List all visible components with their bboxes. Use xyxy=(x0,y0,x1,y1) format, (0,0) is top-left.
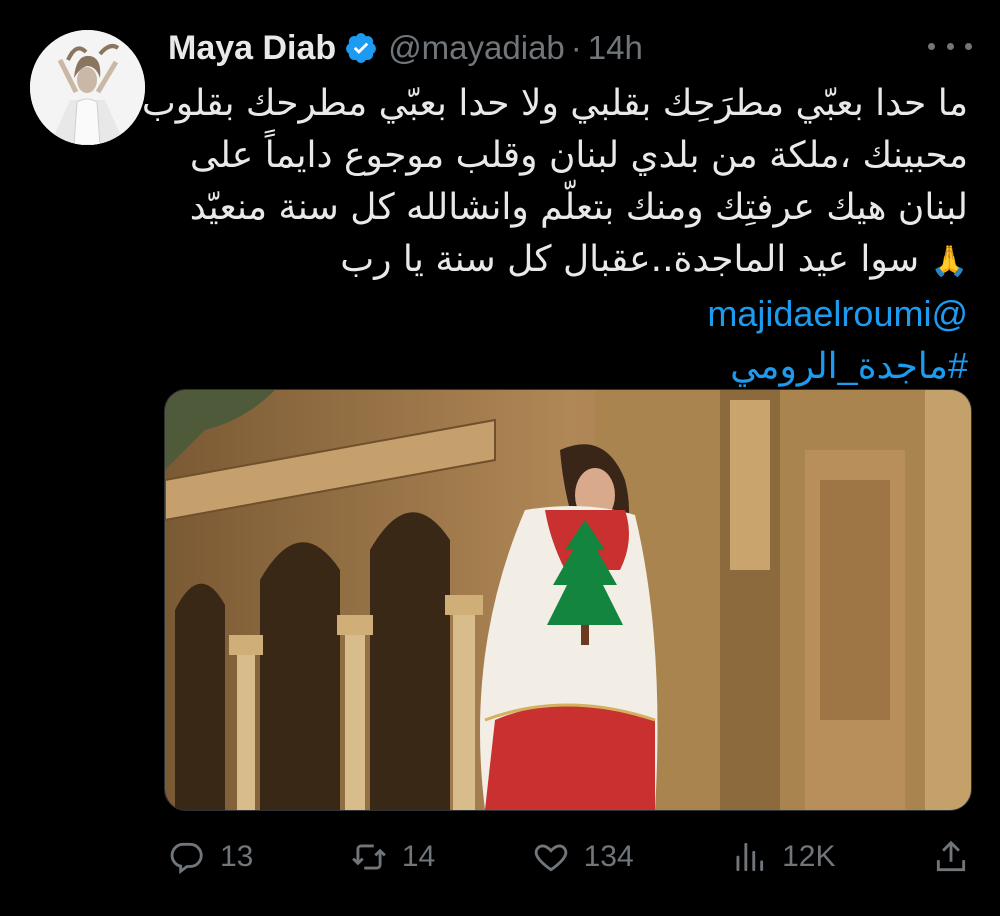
reply-button[interactable]: 13 xyxy=(168,838,253,876)
tweet-time[interactable]: 14h xyxy=(588,29,643,67)
views-count: 12K xyxy=(782,840,836,873)
like-count: 134 xyxy=(583,840,634,873)
tweet-text-line: 🙏 سوا عيد الماجدة..عقبال كل سنة يا رب xyxy=(168,234,968,288)
like-button[interactable]: 134 xyxy=(532,838,634,876)
pray-emoji: 🙏 xyxy=(930,244,968,279)
mention-link[interactable]: @majidaelroumi xyxy=(168,288,968,340)
tweet-text-line: ما حدا بعبّي مطرَحِك بقلبي ولا حدا بعبّي… xyxy=(141,83,968,124)
tweet[interactable]: Maya Diab @mayadiab · 14h ما حدا بعبّي م… xyxy=(0,0,1000,916)
more-icon[interactable] xyxy=(928,30,972,62)
views-button[interactable]: 12K xyxy=(730,838,836,876)
tweet-text-line: لبنان هيك عرفتِك ومنك بتعلّم وانشالله كل… xyxy=(189,187,968,228)
author-handle[interactable]: @mayadiab xyxy=(388,29,565,67)
tweet-photo[interactable] xyxy=(164,389,972,811)
reply-count: 13 xyxy=(220,840,254,873)
retweet-button[interactable]: 14 xyxy=(350,838,435,876)
like-icon xyxy=(534,844,567,872)
tweet-text-line: محبينك ،ملكة من بلدي لبنان وقلب موجوع دا… xyxy=(189,135,968,176)
share-button[interactable] xyxy=(932,838,970,876)
tweet-text-line-4: سوا عيد الماجدة..عقبال كل سنة يا رب xyxy=(340,239,920,280)
author-name[interactable]: Maya Diab xyxy=(168,29,336,68)
tweet-header: Maya Diab @mayadiab · 14h xyxy=(168,26,970,70)
reply-icon xyxy=(170,842,203,875)
retweet-icon xyxy=(351,844,386,870)
tweet-text: ما حدا بعبّي مطرَحِك بقلبي ولا حدا بعبّي… xyxy=(141,78,968,392)
tweet-actions: 13 14 134 12K xyxy=(168,832,970,882)
share-icon xyxy=(936,840,966,872)
hashtag-link[interactable]: #ماجدة_الرومي xyxy=(168,340,968,392)
avatar[interactable] xyxy=(30,30,145,145)
verified-badge-icon xyxy=(344,31,378,65)
separator-dot: · xyxy=(570,29,582,66)
views-icon xyxy=(736,842,764,872)
retweet-count: 14 xyxy=(401,840,436,873)
